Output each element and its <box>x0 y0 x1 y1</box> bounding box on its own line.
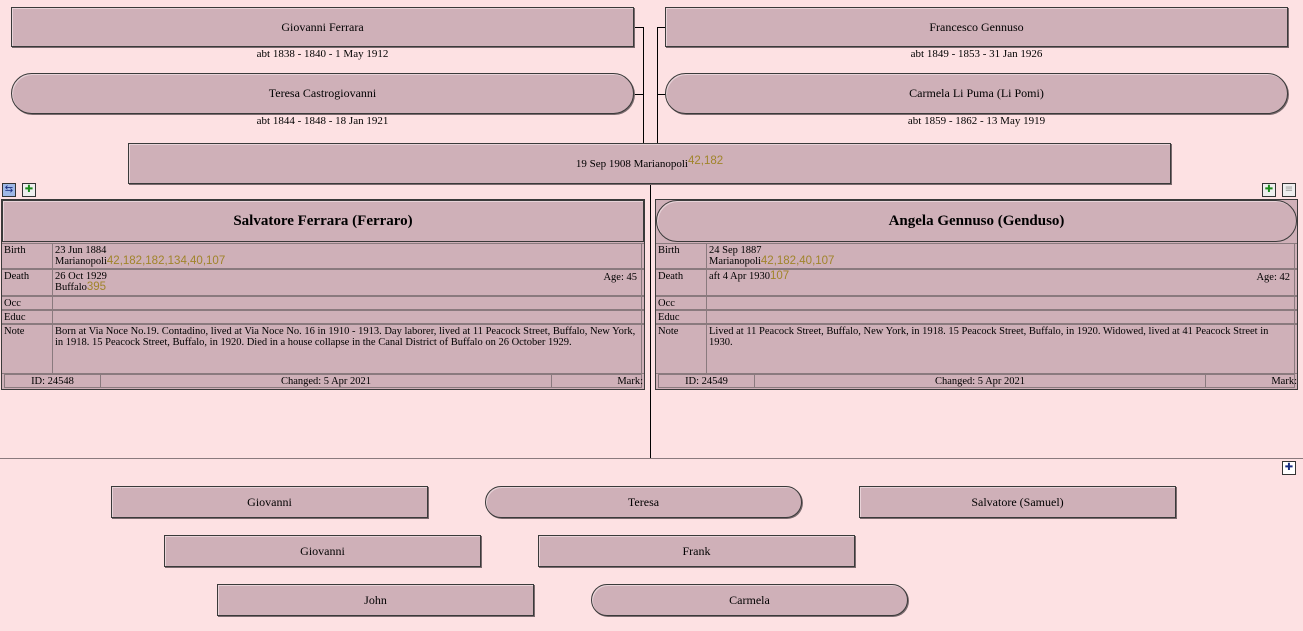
paternal-grandmother-box[interactable]: Teresa Castrogiovanni <box>11 73 634 114</box>
husband-footer: ID: 24548 Changed: 5 Apr 2021 Mark: <box>4 374 643 388</box>
child-box[interactable]: Carmela <box>591 584 908 616</box>
maternal-grandmother-box[interactable]: Carmela Li Puma (Li Pomi) <box>665 73 1288 114</box>
husband-name[interactable]: Salvatore Ferrara (Ferraro) <box>2 200 644 242</box>
husband-birth-row[interactable]: Birth 23 Jun 1884 Marianopoli42,182,182,… <box>2 243 644 269</box>
child-name: Giovanni <box>300 543 345 558</box>
child-name: John <box>364 592 387 607</box>
occ-label: Occ <box>4 298 21 309</box>
child-box[interactable]: John <box>217 584 534 616</box>
note-label: Note <box>4 326 25 337</box>
connector <box>657 27 658 144</box>
child-box[interactable]: Frank <box>538 535 855 567</box>
wife-occ-value <box>706 297 1295 309</box>
wife-death-citations[interactable]: 107 <box>770 270 789 282</box>
paternal-grandmother-dates: abt 1844 - 1848 - 18 Jan 1921 <box>256 115 389 127</box>
death-label: Death <box>658 271 684 282</box>
add-child-icon[interactable]: ✚ <box>1282 461 1296 475</box>
add-spouse-icon[interactable]: ✚ <box>1262 183 1276 197</box>
child-name: Giovanni <box>247 494 292 509</box>
connector <box>634 27 643 28</box>
child-name: Frank <box>682 543 711 558</box>
wife-birth-row[interactable]: Birth 24 Sep 1887 Marianopoli42,182,40,1… <box>656 243 1297 269</box>
wife-educ-value <box>706 311 1295 323</box>
wife-birth-place: Marianopoli <box>709 256 761 267</box>
husband-death-date: 26 Oct 1929 <box>55 271 107 282</box>
death-label: Death <box>4 271 30 282</box>
child-box[interactable]: Teresa <box>485 486 802 518</box>
occ-label: Occ <box>658 298 675 309</box>
husband-educ-row[interactable]: Educ <box>2 310 644 324</box>
husband-birth-value: 23 Jun 1884 Marianopoli42,182,182,134,40… <box>52 244 642 268</box>
spouse-list-icon[interactable]: ≡ <box>1282 183 1296 197</box>
child-name: Carmela <box>729 592 770 607</box>
husband-death-citations[interactable]: 395 <box>87 281 106 293</box>
husband-panel: Salvatore Ferrara (Ferraro) Birth 23 Jun… <box>1 199 645 390</box>
child-box[interactable]: Giovanni <box>164 535 481 567</box>
wife-mark[interactable]: Mark: <box>1207 376 1297 387</box>
wife-note: Lived at 11 Peacock Street, Buffalo, New… <box>706 325 1295 373</box>
add-spouse-icon[interactable]: ✚ <box>22 183 36 197</box>
wife-educ-row[interactable]: Educ <box>656 310 1297 324</box>
paternal-grandfather-name: Giovanni Ferrara <box>281 19 364 34</box>
husband-changed: Changed: 5 Apr 2021 <box>280 376 372 387</box>
wife-birth-citations[interactable]: 42,182,40,107 <box>761 255 835 267</box>
child-box[interactable]: Salvatore (Samuel) <box>859 486 1176 518</box>
wife-footer: ID: 24549 Changed: 5 Apr 2021 Mark: <box>658 374 1297 388</box>
wife-changed: Changed: 5 Apr 2021 <box>934 376 1026 387</box>
maternal-grandmother-name: Carmela Li Puma (Li Pomi) <box>909 86 1044 100</box>
husband-note: Born at Via Noce No.19. Contadino, lived… <box>52 325 642 373</box>
paternal-grandfather-dates: abt 1838 - 1840 - 1 May 1912 <box>256 48 389 60</box>
child-name: Teresa <box>627 494 660 509</box>
husband-occ-row[interactable]: Occ <box>2 296 644 310</box>
child-box[interactable]: Giovanni <box>111 486 428 518</box>
connector <box>650 185 651 458</box>
marriage-text: 19 Sep 1908 Marianopoli <box>575 157 688 170</box>
educ-label: Educ <box>658 312 680 323</box>
connector <box>634 94 643 95</box>
wife-panel: Angela Gennuso (Genduso) Birth 24 Sep 18… <box>655 199 1298 390</box>
paternal-grandfather-box[interactable]: Giovanni Ferrara <box>11 7 634 47</box>
maternal-grandfather-name: Francesco Gennuso <box>929 19 1024 34</box>
wife-id: ID: 24549 <box>685 376 728 387</box>
connector <box>643 27 644 144</box>
wife-age: Age: 42 <box>1256 272 1290 283</box>
paternal-grandmother-name: Teresa Castrogiovanni <box>268 86 377 100</box>
wife-death-value: aft 4 Apr 1930107 Age: 42 <box>706 270 1295 295</box>
husband-occ-value <box>52 297 642 309</box>
marriage-citations[interactable]: 42,182 <box>688 155 723 167</box>
educ-label: Educ <box>4 312 26 323</box>
wife-name[interactable]: Angela Gennuso (Genduso) <box>656 200 1297 242</box>
husband-death-place: Buffalo <box>55 282 87 293</box>
note-label: Note <box>658 326 679 337</box>
maternal-grandfather-dates: abt 1849 - 1853 - 31 Jan 1926 <box>910 48 1043 60</box>
birth-label: Birth <box>4 245 26 256</box>
husband-note-row[interactable]: Note Born at Via Noce No.19. Contadino, … <box>2 324 644 374</box>
maternal-grandfather-box[interactable]: Francesco Gennuso <box>665 7 1288 47</box>
husband-age: Age: 45 <box>603 272 637 283</box>
husband-death-value: 26 Oct 1929 Buffalo395 Age: 45 <box>52 270 642 295</box>
child-name: Salvatore (Samuel) <box>971 494 1064 509</box>
marriage-box[interactable]: 19 Sep 1908 Marianopoli 42,182 <box>128 143 1171 184</box>
wife-death-date: aft 4 Apr 1930 <box>709 271 770 282</box>
maternal-grandmother-dates: abt 1859 - 1862 - 13 May 1919 <box>907 115 1046 127</box>
wife-death-row[interactable]: Death aft 4 Apr 1930107 Age: 42 <box>656 269 1297 296</box>
family-view-icon[interactable]: ⇆ <box>2 183 16 197</box>
husband-birth-place: Marianopoli <box>55 256 107 267</box>
wife-birth-value: 24 Sep 1887 Marianopoli42,182,40,107 <box>706 244 1295 268</box>
husband-id: ID: 24548 <box>31 376 74 387</box>
wife-occ-row[interactable]: Occ <box>656 296 1297 310</box>
husband-death-row[interactable]: Death 26 Oct 1929 Buffalo395 Age: 45 <box>2 269 644 296</box>
husband-birth-citations[interactable]: 42,182,182,134,40,107 <box>107 255 225 267</box>
birth-label: Birth <box>658 245 680 256</box>
wife-note-row[interactable]: Note Lived at 11 Peacock Street, Buffalo… <box>656 324 1297 374</box>
husband-educ-value <box>52 311 642 323</box>
husband-mark[interactable]: Mark: <box>553 376 643 387</box>
